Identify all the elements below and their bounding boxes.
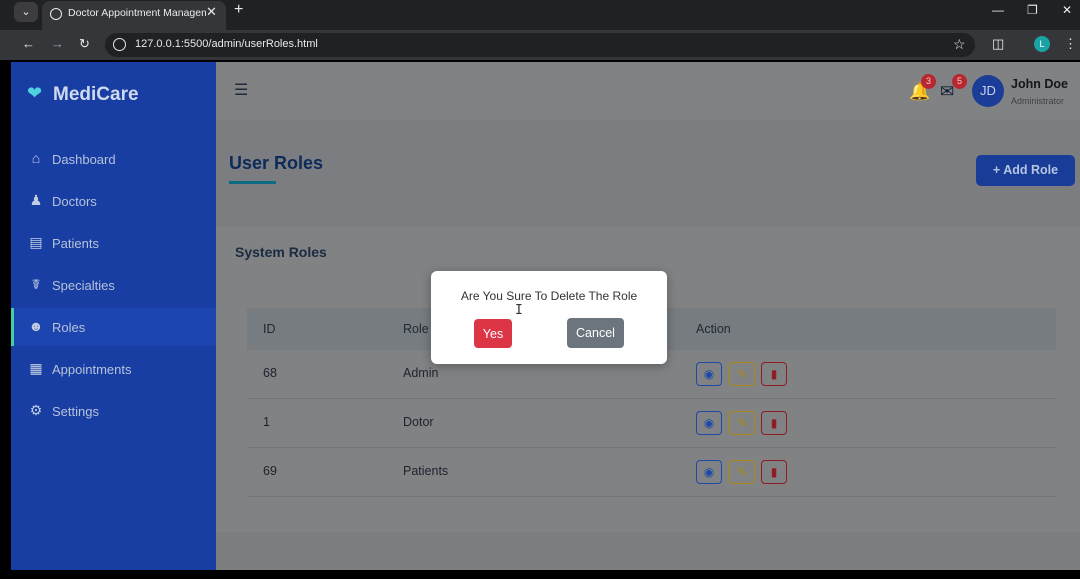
sidebar-item-label: Dashboard [52,152,116,167]
extensions-icon[interactable]: ◫ [992,36,1004,52]
cell-role: Admin [403,366,439,380]
sidebar-item-doctors[interactable]: ♟ Doctors [11,182,216,220]
sidebar-item-label: Settings [52,404,99,419]
notification-badge: 3 [921,74,936,89]
cell-role: Patients [403,464,449,478]
back-icon[interactable]: ← [22,36,35,51]
edit-icon: ✎ [736,367,748,381]
forward-icon[interactable]: → [51,36,64,51]
edit-button[interactable]: ✎ [729,460,755,484]
globe-icon [50,8,62,20]
profile-avatar[interactable]: L [1034,36,1050,52]
trash-icon: ▮ [770,367,778,381]
site-info-icon[interactable] [113,38,126,51]
browser-toolbar: ← → ↻ 127.0.0.1:5500/admin/userRoles.htm… [0,30,1080,60]
users-icon: ☻ [28,318,44,334]
bookmark-star-icon[interactable]: ☆ [953,36,966,53]
stethoscope-icon: ☤ [31,276,41,292]
cell-id: 69 [263,464,277,478]
dialog-message: Are You Sure To Delete The Role [460,289,638,303]
cancel-button[interactable]: Cancel [567,318,624,348]
tab-title: Doctor Appointment Managem [68,7,206,19]
sidebar-item-dashboard[interactable]: ⌂ Dashboard [11,140,216,178]
minimize-icon[interactable]: — [992,3,1004,17]
url-text[interactable]: 127.0.0.1:5500/admin/userRoles.html [135,38,318,50]
eye-icon: ◉ [703,465,715,479]
view-button[interactable]: ◉ [696,460,722,484]
sidebar-item-specialties[interactable]: ☤ Specialties [11,266,216,304]
top-header: ☰ 🔔 3 ✉ 5 JD John Doe Administrator [216,62,1080,120]
browser-tab[interactable]: Doctor Appointment Managem ✕ [42,1,226,30]
eye-icon: ◉ [703,367,715,381]
sidebar-item-appointments[interactable]: ▦ Appointments [11,350,216,388]
calendar-icon: ▦ [29,360,43,376]
sidebar-item-settings[interactable]: ⚙ Settings [11,392,216,430]
column-header-action: Action [696,322,731,336]
sidebar-item-patients[interactable]: ▤ Patients [11,224,216,262]
delete-button[interactable]: ▮ [761,411,787,435]
heartbeat-icon: ❤ [27,83,43,103]
confirm-yes-button[interactable]: Yes [474,319,512,348]
eye-icon: ◉ [703,416,715,430]
card-title: System Roles [235,244,327,260]
user-name[interactable]: John Doe [1011,77,1068,91]
column-header-id: ID [263,322,276,336]
sidebar-item-label: Specialties [52,278,115,293]
trash-icon: ▮ [770,465,778,479]
sidebar-item-label: Patients [52,236,99,251]
add-role-button[interactable]: + Add Role [976,155,1075,186]
delete-button[interactable]: ▮ [761,460,787,484]
edit-button[interactable]: ✎ [729,362,755,386]
text-cursor-icon: I [515,303,523,318]
view-button[interactable]: ◉ [696,411,722,435]
edit-icon: ✎ [736,465,748,479]
gear-icon: ⚙ [29,402,43,418]
message-badge: 5 [952,74,967,89]
sidebar-item-roles[interactable]: ☻ Roles [11,308,216,346]
trash-icon: ▮ [770,416,778,430]
cell-id: 1 [263,415,270,429]
edit-button[interactable]: ✎ [729,411,755,435]
cell-id: 68 [263,366,277,380]
delete-confirm-dialog: Are You Sure To Delete The Role Yes Canc… [431,271,667,364]
view-button[interactable]: ◉ [696,362,722,386]
title-underline [229,181,276,184]
table-row: 69 Patients ◉ ✎ ▮ [247,448,1056,497]
restore-icon[interactable]: ❐ [1027,3,1038,17]
address-bar[interactable]: 127.0.0.1:5500/admin/userRoles.html ☆ [105,33,975,57]
sidebar-item-label: Roles [52,320,86,335]
column-header-role: Role [403,322,429,336]
sidebar: ❤ MediCare ⌂ Dashboard ♟ Doctors ▤ Patie… [11,62,216,570]
home-icon: ⌂ [31,150,41,166]
user-role: Administrator [1011,96,1065,106]
bed-icon: ▤ [29,234,43,250]
new-tab-icon[interactable]: + [234,1,243,19]
sidebar-item-label: Doctors [52,194,97,209]
brand-name: MediCare [53,84,139,105]
reload-icon[interactable]: ↻ [79,36,90,52]
table-row: 1 Dotor ◉ ✎ ▮ [247,399,1056,448]
page-title: User Roles [229,153,324,173]
browser-menu-icon[interactable]: ⋮ [1064,36,1077,52]
edit-icon: ✎ [736,416,748,430]
delete-button[interactable]: ▮ [761,362,787,386]
close-tab-icon[interactable]: ✕ [206,4,217,20]
doctor-icon: ♟ [29,192,43,208]
browser-tab-strip: ⌄ Doctor Appointment Managem ✕ + — ❐ ✕ [0,0,1080,30]
tab-search-chevron-icon[interactable]: ⌄ [14,2,38,22]
sidebar-item-label: Appointments [52,362,132,377]
cell-role: Dotor [403,415,434,429]
hamburger-menu-icon[interactable]: ☰ [234,80,248,100]
close-window-icon[interactable]: ✕ [1062,3,1072,17]
avatar[interactable]: JD [972,75,1004,107]
